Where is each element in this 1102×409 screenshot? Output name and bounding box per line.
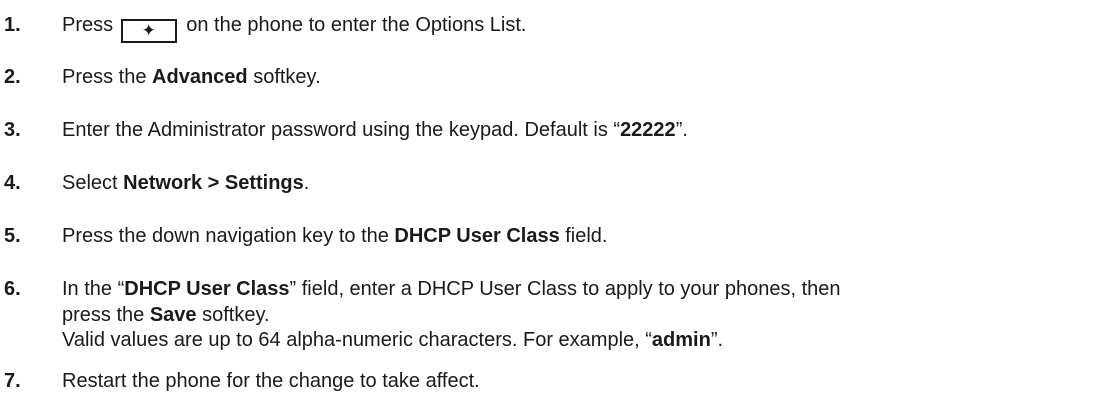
step-number: 2. xyxy=(4,66,21,88)
step-number: 6. xyxy=(4,278,21,300)
step-number: 4. xyxy=(4,172,21,194)
step-note: Valid values are up to 64 alpha-numeric … xyxy=(62,329,724,351)
step-text: Press the down navigation key to the DHC… xyxy=(62,225,608,247)
step-number: 7. xyxy=(4,370,21,392)
step-number: 1. xyxy=(4,14,21,36)
gear-icon: ✦ xyxy=(120,19,177,43)
step-text: Select Network > Settings. xyxy=(62,172,310,194)
step-text: Press ✦ on the phone to enter the Option… xyxy=(62,14,527,43)
step-text-line-1: In the “DHCP User Class” field, enter a … xyxy=(62,278,841,300)
step-number: 5. xyxy=(4,225,21,247)
step-text-line-2: press the Save softkey. xyxy=(62,304,270,326)
step-text: Enter the Administrator password using t… xyxy=(62,119,688,141)
instruction-list: 1. Press ✦ on the phone to enter the Opt… xyxy=(0,0,1102,409)
step-text: Press the Advanced softkey. xyxy=(62,66,321,88)
step-text: Restart the phone for the change to take… xyxy=(62,370,480,392)
step-number: 3. xyxy=(4,119,21,141)
